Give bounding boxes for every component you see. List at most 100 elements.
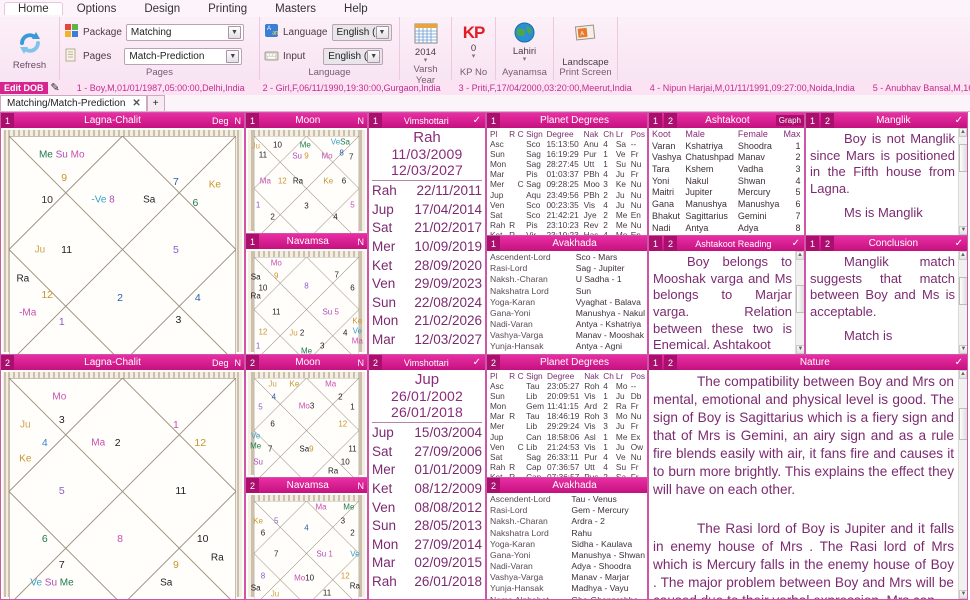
scrollbar[interactable]: ▲ ▼: [958, 370, 967, 599]
check-icon[interactable]: ✓: [951, 238, 967, 249]
menu-item-help[interactable]: Help: [330, 2, 382, 16]
tab-matching-match-prediction[interactable]: Matching/Match-Prediction ✕: [0, 95, 147, 111]
graph-button[interactable]: Graph: [775, 115, 804, 126]
panel-nature[interactable]: 1 2 Nature ✓ The compatibility between B…: [648, 355, 968, 600]
vim2-row[interactable]: Mar 02/09/2015: [369, 554, 485, 573]
scroll-down-icon[interactable]: ▼: [959, 590, 967, 599]
vim2-row[interactable]: Mon 27/09/2014: [369, 536, 485, 555]
menu-item-design[interactable]: Design: [130, 2, 194, 16]
panel-moon-1[interactable]: 1 Moon N Ju 10 Me VeSa 8 11 Su 9 Mo 7 Ma…: [245, 112, 368, 234]
pencil-icon[interactable]: ✎: [51, 81, 60, 94]
panel-planet-degrees-1[interactable]: 1 Planet Degrees Pl R C Sign Degree Nak …: [486, 112, 648, 236]
panel-index[interactable]: 2: [1, 355, 15, 370]
panel-index-1[interactable]: 1: [806, 236, 820, 251]
vim2-row[interactable]: Jup 15/03/2004: [369, 424, 485, 443]
scroll-up-icon[interactable]: ▲: [959, 251, 967, 260]
panel-ashtakoot-reading[interactable]: 1 2 Ashtakoot Reading ✓ Boy belongs to M…: [648, 236, 805, 355]
dob-entry-3[interactable]: 3 - Priti,F,17/04/2000,03:20:00,Meerut,I…: [450, 83, 641, 93]
scroll-thumb[interactable]: [796, 285, 804, 313]
scroll-up-icon[interactable]: ▲: [959, 128, 967, 137]
panel-index[interactable]: 1: [1, 113, 15, 128]
vim2-row[interactable]: Sat 27/09/2006: [369, 443, 485, 462]
north-style-toggle[interactable]: N: [355, 237, 368, 247]
check-icon[interactable]: ✓: [469, 115, 485, 126]
chevron-down-icon[interactable]: ▼: [226, 50, 240, 64]
menu-item-home[interactable]: Home: [4, 2, 63, 15]
panel-index-2[interactable]: 2: [664, 355, 678, 370]
panel-index-2[interactable]: 2: [821, 236, 835, 251]
menu-item-printing[interactable]: Printing: [194, 2, 261, 16]
add-tab-button[interactable]: +: [146, 95, 165, 111]
deg-toggle[interactable]: Deg: [209, 116, 232, 126]
north-style-toggle[interactable]: N: [232, 358, 245, 368]
chart-area[interactable]: Mo 9 Sa 10 Ra 8 7 6 11 Su 5 Ke Ve Ma 4 1…: [246, 249, 367, 354]
nature-body[interactable]: The compatibility between Boy and Mrs on…: [649, 370, 967, 599]
print-screen-group[interactable]: A Print Screen Landscape: [554, 17, 618, 80]
close-icon[interactable]: ✕: [132, 98, 140, 109]
panel-avakhada-1[interactable]: 1 Avakhada Ascendent-Lord Sco - Mars Rasi…: [486, 236, 648, 355]
reading-body[interactable]: Boy belongs to Mooshak varga and Ms belo…: [649, 251, 804, 354]
panel-index[interactable]: 2: [487, 355, 501, 370]
vim1-row[interactable]: Ven 29/09/2023: [369, 275, 485, 294]
panel-vimshottari-2[interactable]: 2 Vimshottari ✓ Jup 26/01/2002 26/01/201…: [368, 355, 486, 600]
vim2-row[interactable]: Sun 28/05/2013: [369, 517, 485, 536]
vim1-row[interactable]: Ket 28/09/2020: [369, 257, 485, 276]
north-style-toggle[interactable]: N: [355, 481, 368, 491]
ayanamsa-group[interactable]: Lahiri ▾ Ayanamsa: [496, 17, 554, 80]
panel-index[interactable]: 1: [246, 234, 260, 249]
panel-index[interactable]: 2: [246, 355, 260, 370]
varsh-year-group[interactable]: 2014 ▾ Varsh Year: [400, 17, 452, 86]
panel-index[interactable]: 2: [246, 478, 260, 493]
vim2-row[interactable]: Ven 08/08/2012: [369, 499, 485, 518]
vim1-row[interactable]: Mar 12/03/2027: [369, 331, 485, 350]
panel-ashtakoot[interactable]: 1 2 Ashtakoot Graph Koot Male Female Max…: [648, 112, 805, 236]
dob-entry-1[interactable]: 1 - Boy,M,01/01/1987,05:00:00,Delhi,Indi…: [68, 83, 254, 93]
vim2-row[interactable]: Rah 26/01/2018: [369, 573, 485, 592]
panel-vimshottari-1[interactable]: 1 Vimshottari ✓ Rah 11/03/2009 12/03/202…: [368, 112, 486, 355]
check-icon[interactable]: ✓: [469, 357, 485, 368]
edit-dob-button[interactable]: Edit DOB: [0, 81, 48, 94]
chart-area[interactable]: Ju Ke Ma 4 2 5 Mo3 1 6 12 Ve Me 7 Su Sa9…: [246, 370, 367, 477]
chart-area[interactable]: Ju 10 Me VeSa 8 11 Su 9 Mo 7 Ma 12 Ra Ke…: [246, 128, 367, 233]
vimshottari-body-1[interactable]: Rah 11/03/2009 12/03/2027 Rah 22/11/2011 …: [369, 128, 485, 354]
scroll-down-icon[interactable]: ▼: [959, 226, 967, 235]
vim2-row[interactable]: Ket 08/12/2009: [369, 480, 485, 499]
panel-planet-degrees-2[interactable]: 2 Planet Degrees Pl R C Sign Degree Nak …: [486, 355, 648, 478]
panel-index-2[interactable]: 2: [821, 113, 835, 128]
panel-navamsa-2[interactable]: 2 Navamsa N Ma Me Ke 5 4 3 6 2 7 Su 1 Ve…: [245, 478, 368, 600]
panel-moon-2[interactable]: 2 Moon N Ju Ke Ma 4 2 5 Mo3 1 6 12 Ve Me…: [245, 355, 368, 478]
panel-index[interactable]: 2: [487, 478, 501, 493]
panel-index[interactable]: 1: [487, 113, 501, 128]
vim2-row[interactable]: Mer 01/01/2009: [369, 461, 485, 480]
panel-index-2[interactable]: 2: [664, 236, 678, 251]
chevron-down-icon[interactable]: ▼: [375, 25, 389, 39]
chevron-down-icon[interactable]: ▼: [227, 25, 241, 39]
north-style-toggle[interactable]: N: [232, 116, 245, 126]
check-icon[interactable]: ✓: [951, 115, 967, 126]
vim1-row[interactable]: Mer 10/09/2019: [369, 238, 485, 257]
dob-entry-4[interactable]: 4 - Nipun Harjai,M,01/11/1991,09:27:00,N…: [641, 83, 864, 93]
scrollbar[interactable]: ▲ ▼: [795, 251, 804, 354]
chart-area[interactable]: Ma Me Ke 5 4 3 6 2 7 Su 1 Ve 8 Sa Ju Mo1…: [246, 493, 367, 599]
dropdown-marker-icon[interactable]: ▾: [472, 53, 476, 60]
deg-toggle[interactable]: Deg: [209, 358, 232, 368]
vim1-row[interactable]: Sat 21/02/2017: [369, 219, 485, 238]
panel-navamsa-1[interactable]: 1 Navamsa N Mo 9 Sa 10 Ra 8 7 6 11 Su 5 …: [245, 234, 368, 355]
scroll-thumb[interactable]: [959, 277, 967, 305]
panel-conclusion[interactable]: 1 2 Conclusion ✓ Manglik match suggests …: [805, 236, 968, 355]
dob-entry-5[interactable]: 5 - Anubhav Bansal,M,16/08/1984,14:43:00…: [864, 83, 970, 93]
chevron-down-icon[interactable]: ▼: [367, 50, 381, 64]
dropdown-marker-icon[interactable]: ▾: [523, 56, 527, 63]
input-dropdown[interactable]: English (E ▼: [323, 48, 384, 66]
panel-index[interactable]: 1: [369, 113, 383, 128]
panel-index[interactable]: 1: [487, 236, 501, 251]
vimshottari-body-2[interactable]: Jup 26/01/2002 26/01/2018 Jup 15/03/2004 …: [369, 370, 485, 599]
panel-index[interactable]: 2: [369, 355, 383, 370]
panel-lagna-chalit-2[interactable]: 2 Lagna-Chalit Deg N Mo 3 Ju 4 Ke Ma 2 1…: [0, 355, 245, 600]
chart-area[interactable]: Mo 3 Ju 4 Ke Ma 2 1 12 5 11 6 7 Ve Su Me…: [1, 370, 244, 599]
language-dropdown[interactable]: English (E ▼: [331, 23, 392, 41]
scroll-thumb[interactable]: [959, 408, 967, 440]
vim1-row[interactable]: Mon 21/02/2026: [369, 312, 485, 331]
kp-no-group[interactable]: KP 0 ▾ KP No: [452, 17, 496, 80]
scroll-down-icon[interactable]: ▼: [796, 345, 804, 354]
